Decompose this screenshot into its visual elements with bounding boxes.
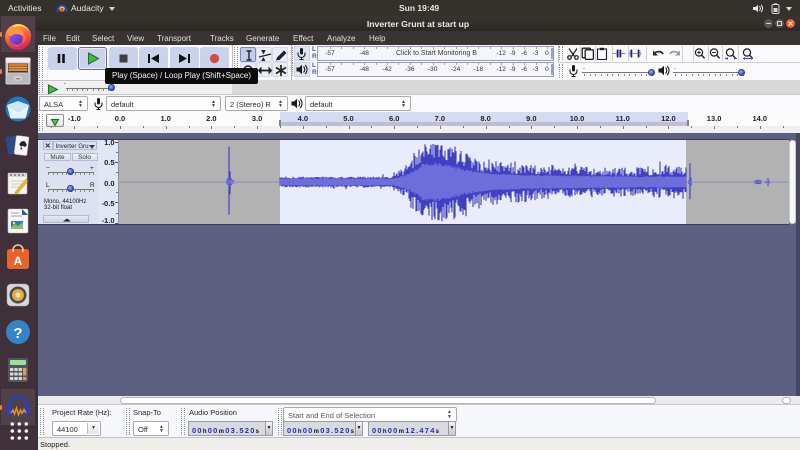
svg-text:A: A <box>14 254 23 268</box>
svg-text:?: ? <box>13 325 22 342</box>
